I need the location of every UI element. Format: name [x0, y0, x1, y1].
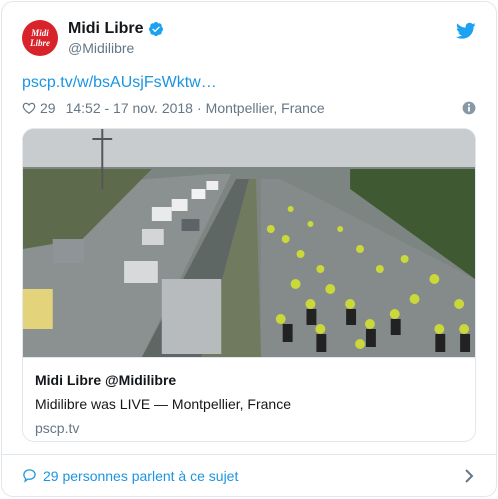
card-domain: pscp.tv — [35, 420, 80, 436]
display-name-row[interactable]: Midi Libre — [68, 20, 164, 38]
conversation-count-text[interactable]: 29 personnes parlent à ce sujet — [43, 468, 238, 484]
heart-icon[interactable] — [22, 101, 36, 115]
avatar[interactable]: Midi Libre — [22, 20, 58, 56]
card-body[interactable]: Midi Libre @Midilibre Midilibre was LIVE… — [23, 357, 475, 441]
avatar-text-line2: Libre — [30, 38, 50, 48]
tweet-timestamp[interactable]: 14:52 - 17 nov. 2018 — [66, 100, 193, 116]
verified-badge-icon — [148, 22, 163, 37]
speech-bubble-icon — [23, 469, 36, 483]
card-title[interactable]: Midi Libre @Midilibre — [35, 372, 463, 388]
tweet-link[interactable]: pscp.tv/w/bsAUsjFsWktw… — [22, 74, 217, 92]
tweet-location[interactable]: Montpellier, France — [206, 100, 325, 116]
highway-motorcycles-image — [23, 129, 475, 357]
info-icon[interactable] — [462, 101, 476, 115]
author-names: Midi Libre @Midilibre — [68, 20, 164, 56]
conversation-footer[interactable]: 29 personnes parlent à ce sujet — [2, 454, 496, 496]
link-card[interactable]: Midi Libre @Midilibre Midilibre was LIVE… — [22, 128, 476, 442]
avatar-text-line1: Midi — [31, 28, 49, 38]
card-video-thumbnail[interactable] — [23, 129, 475, 357]
embedded-tweet: Midi Libre Midi Libre @Midilibre pscp.tv… — [1, 1, 497, 497]
twitter-bird-icon[interactable] — [456, 22, 476, 40]
card-description: Midilibre was LIVE — Montpellier, France — [35, 396, 291, 412]
tweet-meta: 29 14:52 - 17 nov. 2018 · Montpellier, F… — [22, 98, 476, 118]
display-name[interactable]: Midi Libre — [68, 20, 144, 38]
meta-separator: · — [196, 100, 202, 116]
chevron-right-icon[interactable] — [462, 468, 476, 484]
like-count[interactable]: 29 — [40, 100, 56, 116]
handle[interactable]: @Midilibre — [68, 40, 164, 56]
tweet-header: Midi Libre Midi Libre @Midilibre — [22, 16, 476, 62]
